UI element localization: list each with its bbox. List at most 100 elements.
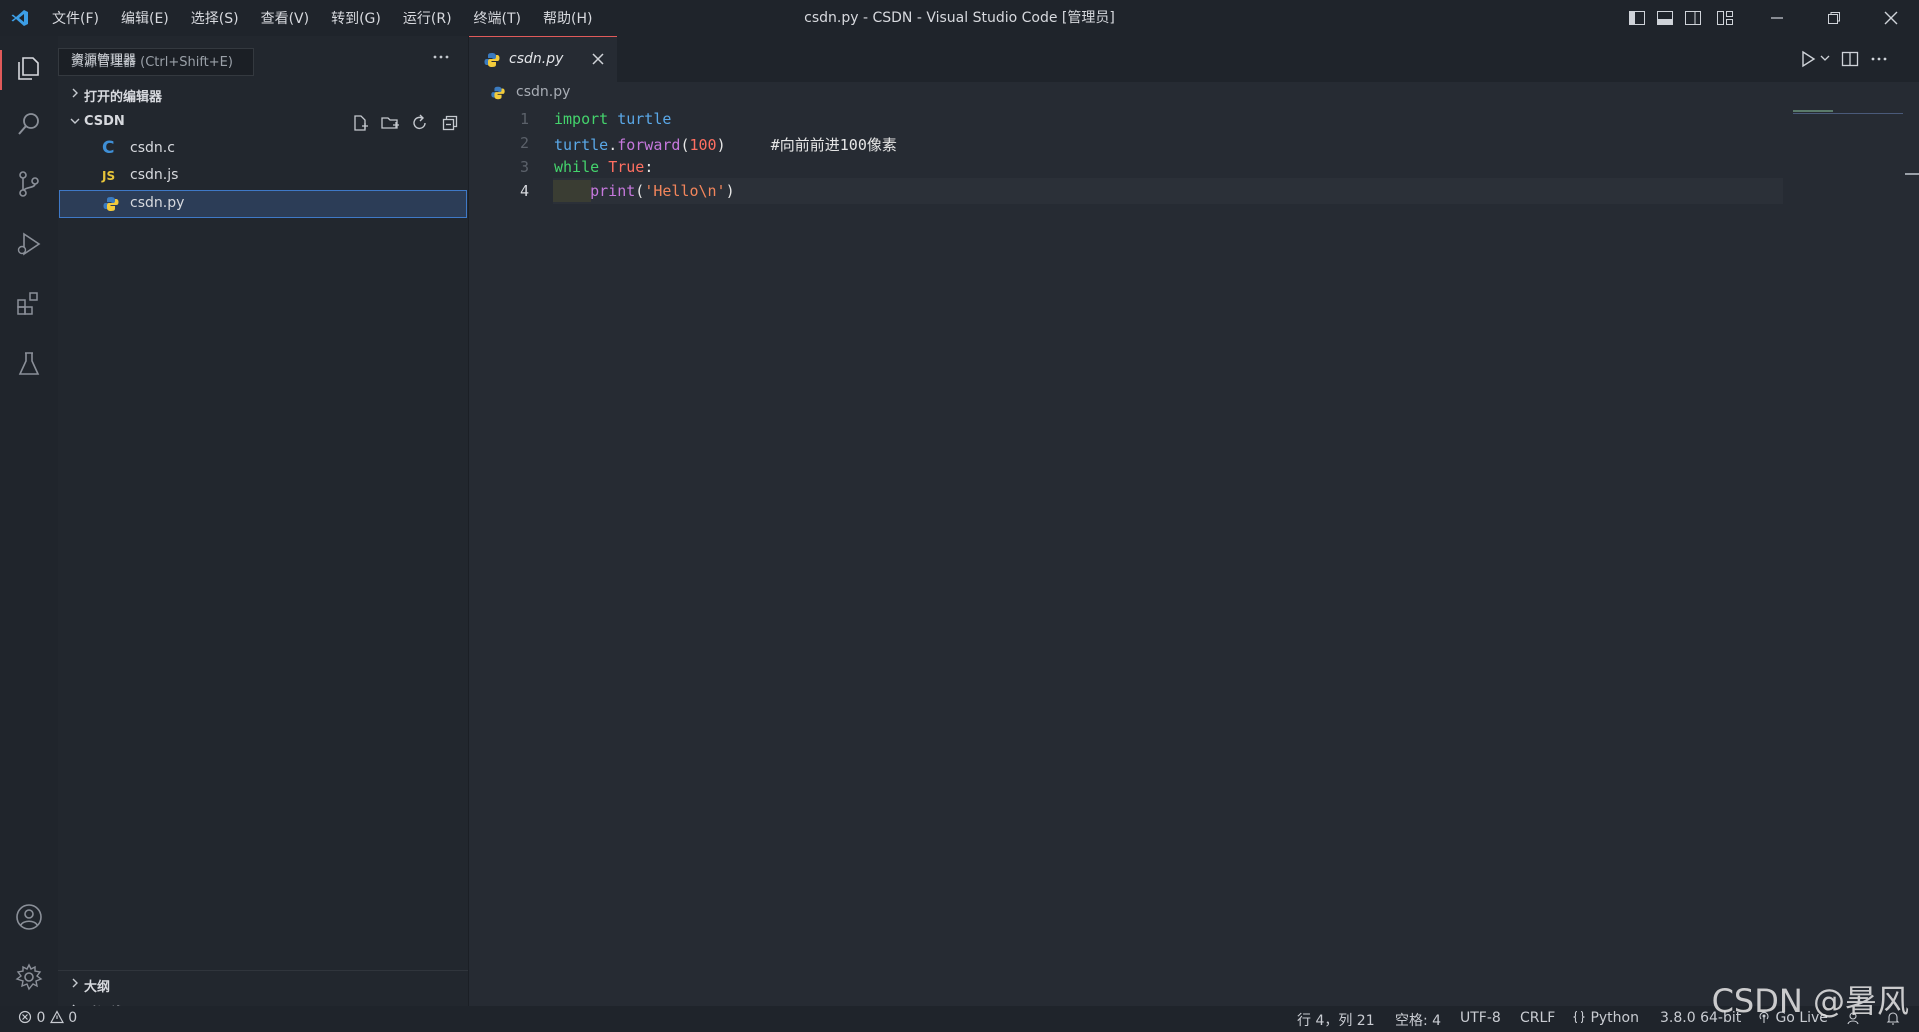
toggle-panel-icon[interactable]	[1655, 8, 1675, 28]
explorer-tooltip: 资源管理器 (Ctrl+Shift+E) 资源管理器	[58, 48, 254, 76]
manage-gear-icon[interactable]	[14, 962, 44, 992]
toggle-secondary-sidebar-icon[interactable]	[1683, 8, 1703, 28]
punctuation-token: .	[608, 136, 618, 154]
menu-go[interactable]: 转到(G)	[331, 8, 381, 28]
testing-icon[interactable]	[14, 349, 44, 379]
restore-icon[interactable]	[1824, 8, 1844, 28]
collapse-all-icon[interactable]	[440, 113, 460, 133]
literal-token: True	[608, 158, 645, 176]
chevron-down-icon[interactable]	[1819, 52, 1831, 64]
source-control-icon[interactable]	[14, 169, 44, 199]
tooltip-title: 资源管理器	[71, 53, 137, 68]
close-tab-icon[interactable]	[589, 50, 607, 68]
customize-layout-icon[interactable]	[1715, 8, 1735, 28]
language-label: Python	[1590, 1010, 1639, 1026]
function-token: forward	[617, 136, 681, 154]
line-number: 1	[519, 110, 529, 128]
outline-label: 大纲	[84, 980, 111, 995]
line-number-active: 4	[519, 182, 529, 200]
menu-bar: 文件(F) 编辑(E) 选择(S) 查看(V) 转到(G) 运行(R) 终端(T…	[52, 0, 614, 36]
divider	[58, 970, 468, 971]
more-actions-icon[interactable]	[430, 47, 452, 67]
code-line-1: import turtle	[554, 110, 671, 128]
line-number: 3	[519, 158, 529, 176]
editor-tab-bar: csdn.py	[469, 36, 1919, 83]
menu-run[interactable]: 运行(R)	[403, 8, 452, 28]
js-file-icon: JS	[102, 169, 116, 183]
search-icon[interactable]	[14, 109, 44, 139]
code-line-3: while True:	[554, 158, 653, 176]
file-name: csdn.c	[130, 140, 175, 156]
identifier-token: turtle	[554, 136, 609, 154]
module-token: turtle	[617, 110, 672, 128]
explorer-sidebar: 打开的编辑器 CSDN C csdn.c JS csdn.js csdn.py …	[58, 36, 469, 1021]
cursor-position[interactable]: 行 4，列 21	[1297, 1010, 1375, 1030]
menu-edit[interactable]: 编辑(E)	[121, 8, 169, 28]
folder-section-csdn[interactable]: CSDN	[58, 110, 468, 136]
open-editors-section[interactable]: 打开的编辑器	[58, 82, 468, 108]
line-ending[interactable]: CRLF	[1520, 1010, 1555, 1026]
menu-file[interactable]: 文件(F)	[52, 8, 99, 28]
title-bar: 文件(F) 编辑(E) 选择(S) 查看(V) 转到(G) 运行(R) 终端(T…	[0, 0, 1919, 36]
language-mode[interactable]: Python	[1572, 1010, 1639, 1026]
extensions-icon[interactable]	[14, 289, 44, 319]
toggle-primary-sidebar-icon[interactable]	[1627, 8, 1647, 28]
outline-section[interactable]: 大纲	[58, 972, 468, 998]
tab-csdn-py[interactable]: csdn.py	[469, 36, 617, 83]
minimap-line	[1793, 110, 1833, 112]
run-debug-icon[interactable]	[14, 229, 44, 259]
watermark: CSDN @暑风	[1711, 982, 1909, 1020]
open-editors-label: 打开的编辑器	[84, 90, 163, 105]
close-window-icon[interactable]	[1881, 8, 1901, 28]
line-number: 2	[519, 134, 529, 152]
braces-icon	[1573, 1010, 1585, 1024]
file-name: csdn.js	[130, 167, 179, 183]
warning-count: 0	[68, 1010, 78, 1026]
status-bar: 0 0 行 4，列 21 空格: 4 UTF-8 CRLF Python 3.8…	[0, 1006, 1919, 1032]
menu-help[interactable]: 帮助(H)	[543, 8, 592, 28]
file-item-csdn-py[interactable]: csdn.py	[59, 190, 467, 218]
new-folder-icon[interactable]	[380, 113, 400, 133]
run-file-icon[interactable]	[1798, 49, 1818, 69]
tab-label: csdn.py	[509, 51, 564, 67]
chevron-down-icon	[70, 118, 80, 124]
problems-indicator[interactable]: 0 0	[18, 1010, 77, 1026]
vscode-logo-icon	[11, 10, 28, 26]
account-icon[interactable]	[14, 902, 44, 932]
scrollbar-cursor-marker	[1905, 173, 1919, 175]
code-editor[interactable]: 1 2 3 4 import turtle turtle.forward(100…	[469, 106, 1919, 1006]
minimap-line	[1793, 113, 1903, 114]
c-file-icon: C	[102, 138, 115, 158]
python-file-icon	[484, 53, 500, 67]
python-file-icon	[103, 197, 119, 211]
chevron-right-icon	[72, 88, 78, 98]
code-line-2: turtle.forward(100) #向前前进100像素	[554, 134, 897, 155]
encoding[interactable]: UTF-8	[1460, 1010, 1501, 1026]
function-token: print	[590, 182, 636, 200]
menu-view[interactable]: 查看(V)	[261, 8, 310, 28]
code-line-4: print('Hello\n')	[554, 182, 735, 200]
new-file-icon[interactable]	[350, 113, 370, 133]
menu-selection[interactable]: 选择(S)	[191, 8, 239, 28]
keyword-token: import	[554, 110, 609, 128]
menu-terminal[interactable]: 终端(T)	[474, 8, 521, 28]
folder-label: CSDN	[84, 114, 125, 129]
more-actions-icon[interactable]	[1868, 49, 1890, 69]
refresh-icon[interactable]	[410, 113, 430, 133]
error-count: 0	[36, 1010, 46, 1026]
warning-icon	[49, 1010, 64, 1024]
file-item-csdn-c[interactable]: C csdn.c	[60, 136, 466, 162]
split-editor-icon[interactable]	[1840, 49, 1860, 69]
number-token: 100	[689, 136, 717, 154]
indentation[interactable]: 空格: 4	[1395, 1010, 1441, 1030]
file-name: csdn.py	[130, 195, 185, 211]
active-indicator	[0, 50, 2, 90]
explorer-icon[interactable]	[14, 53, 44, 83]
minimap[interactable]	[1793, 110, 1903, 116]
minimize-icon[interactable]	[1767, 8, 1787, 28]
string-token: 'Hello\n'	[644, 182, 726, 200]
punctuation-token: :	[644, 158, 654, 176]
breadcrumb-file[interactable]: csdn.py	[516, 84, 570, 100]
comment-token: #向前前进100像素	[770, 136, 897, 154]
file-item-csdn-js[interactable]: JS csdn.js	[60, 163, 466, 189]
